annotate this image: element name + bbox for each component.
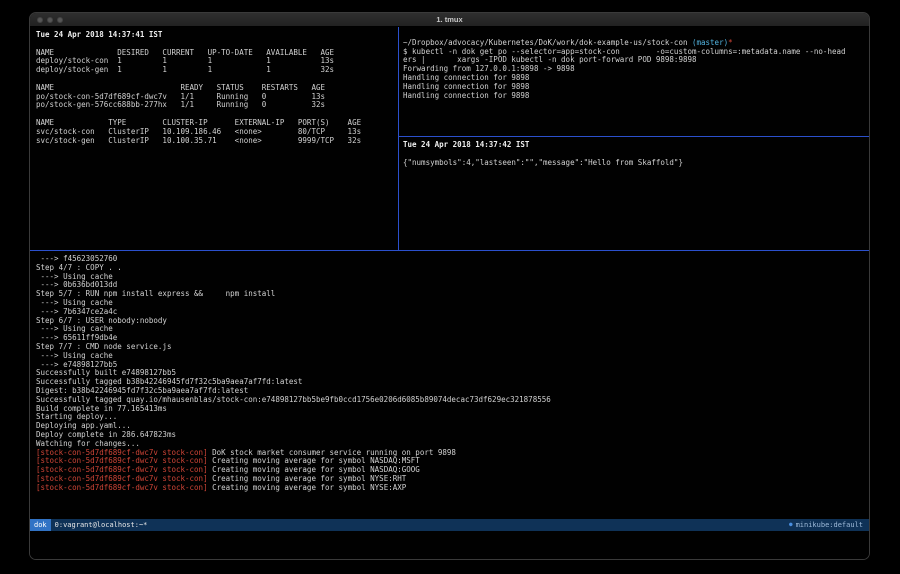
term-line: Handling connection for 9898 [403, 74, 869, 83]
term-line: Step 6/7 : USER nobody:nobody [36, 317, 869, 326]
term-line: Digest: b38b42246945fd7f32c5ba9aea7af7fd… [36, 387, 869, 396]
term-line: deploy/stock-con 1 1 1 1 13s [36, 57, 398, 66]
term-line: Step 7/7 : CMD node service.js [36, 343, 869, 352]
term-line: ---> 7b6347ce2a4c [36, 308, 869, 317]
term-line: [stock-con-5d7df689cf-dwc7v stock-con] C… [36, 484, 869, 493]
pane-curl-watch[interactable]: Tue 24 Apr 2018 14:37:42 IST {"numsymbol… [399, 137, 869, 250]
term-line: NAME TYPE CLUSTER-IP EXTERNAL-IP PORT(S)… [36, 119, 398, 128]
term-line: ers | xargs -IPOD kubectl -n dok port-fo… [403, 56, 869, 65]
term-line: ---> Using cache [36, 273, 869, 282]
zoom-button[interactable] [57, 17, 63, 23]
tmux-top-row: Tue 24 Apr 2018 14:37:41 IST NAME DESIRE… [30, 27, 869, 250]
term-line: Deploy complete in 286.647823ms [36, 431, 869, 440]
term-line: svc/stock-con ClusterIP 10.109.186.46 <n… [36, 128, 398, 137]
tmux-status-bar: dok 0:vagrant@localhost:~* ● minikube:de… [30, 519, 869, 531]
term-line: NAME DESIRED CURRENT UP-TO-DATE AVAILABL… [36, 49, 398, 58]
term-line: ---> 65611ff9db4e [36, 334, 869, 343]
term-line: Step 4/7 : COPY . . [36, 264, 869, 273]
term-line: ---> Using cache [36, 325, 869, 334]
term-line: Build complete in 77.165413ms [36, 405, 869, 414]
pane-port-forward[interactable]: ~/Dropbox/advocacy/Kubernetes/DoK/work/d… [399, 27, 869, 136]
pane-skaffold-build-log[interactable]: ---> f45623052760Step 4/7 : COPY . . ---… [30, 251, 869, 519]
term-line: deploy/stock-gen 1 1 1 1 32s [36, 66, 398, 75]
term-line: Successfully tagged quay.io/mhausenblas/… [36, 396, 869, 405]
term-line: po/stock-con-5d7df689cf-dwc7v 1/1 Runnin… [36, 93, 398, 102]
term-line: Watching for changes... [36, 440, 869, 449]
close-button[interactable] [37, 17, 43, 23]
term-line: svc/stock-gen ClusterIP 10.100.35.71 <no… [36, 137, 398, 146]
window-controls [30, 17, 63, 23]
minimize-button[interactable] [47, 17, 53, 23]
tmux-window-label[interactable]: 0:vagrant@localhost:~* [51, 519, 148, 531]
term-line: [stock-con-5d7df689cf-dwc7v stock-con] C… [36, 466, 869, 475]
term-line: [stock-con-5d7df689cf-dwc7v stock-con] C… [36, 475, 869, 484]
term-line: Tue 24 Apr 2018 14:37:42 IST [403, 141, 869, 150]
term-line: [stock-con-5d7df689cf-dwc7v stock-con] D… [36, 449, 869, 458]
term-line [36, 75, 398, 84]
term-line: $ kubectl -n dok get po --selector=app=s… [403, 48, 869, 57]
term-line: ---> Using cache [36, 299, 869, 308]
pane-kubectl-watch[interactable]: Tue 24 Apr 2018 14:37:41 IST NAME DESIRE… [30, 27, 398, 250]
term-line: Handling connection for 9898 [403, 92, 869, 101]
right-pane-group: ~/Dropbox/advocacy/Kubernetes/DoK/work/d… [399, 27, 869, 250]
window-titlebar[interactable]: 1. tmux [30, 13, 869, 27]
terminal-window: 1. tmux Tue 24 Apr 2018 14:37:41 IST NAM… [29, 12, 870, 560]
term-line: Step 5/7 : RUN npm install express && np… [36, 290, 869, 299]
term-line: Handling connection for 9898 [403, 83, 869, 92]
term-line: Deploying app.yaml... [36, 422, 869, 431]
term-line: ---> 0b636bd013dd [36, 281, 869, 290]
term-line: Successfully built e74898127bb5 [36, 369, 869, 378]
term-line: ~/Dropbox/advocacy/Kubernetes/DoK/work/d… [403, 39, 869, 48]
term-line [36, 40, 398, 49]
term-line: NAME READY STATUS RESTARTS AGE [36, 84, 398, 93]
term-line [403, 30, 869, 39]
kubernetes-context-icon: ● [789, 519, 796, 531]
term-line: {"numsymbols":4,"lastseen":"","message":… [403, 159, 869, 168]
term-line: Tue 24 Apr 2018 14:37:41 IST [36, 31, 398, 40]
term-line: [stock-con-5d7df689cf-dwc7v stock-con] C… [36, 457, 869, 466]
term-line: Starting deploy... [36, 413, 869, 422]
term-line [403, 150, 869, 159]
term-line: Forwarding from 127.0.0.1:9898 -> 9898 [403, 65, 869, 74]
terminal-bottom-filler [30, 531, 869, 559]
term-line: po/stock-gen-576cc688bb-277hx 1/1 Runnin… [36, 101, 398, 110]
kubernetes-context-label: minikube:default [796, 519, 869, 531]
term-line: ---> Using cache [36, 352, 869, 361]
window-title: 1. tmux [30, 15, 869, 24]
tmux-session-name[interactable]: dok [30, 519, 51, 531]
term-line: Successfully tagged b38b42246945fd7f32c5… [36, 378, 869, 387]
term-line: ---> f45623052760 [36, 255, 869, 264]
term-line: ---> e74898127bb5 [36, 361, 869, 370]
term-line [36, 110, 398, 119]
